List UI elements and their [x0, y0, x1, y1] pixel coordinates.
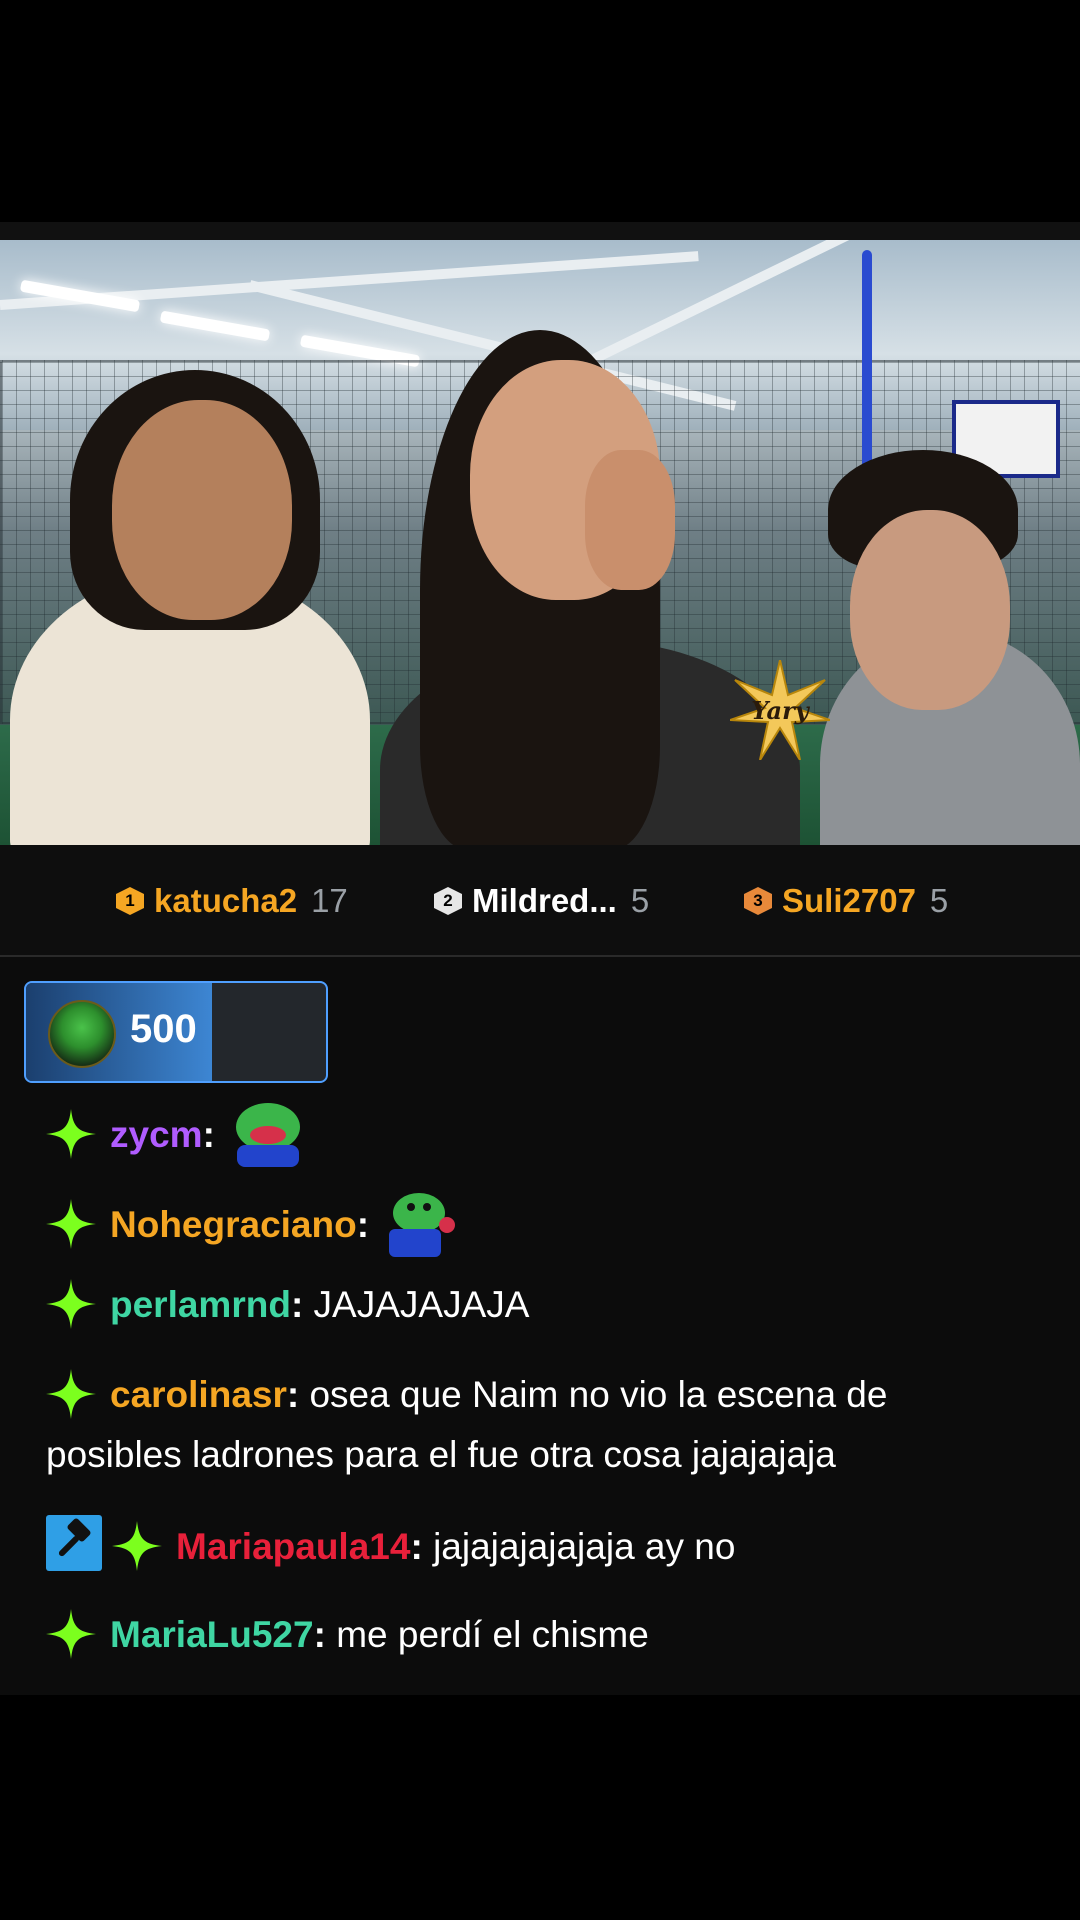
- rank-1-icon: 1: [116, 887, 144, 915]
- chat-panel[interactable]: 500 zycm: Nohegraciano: perlamrnd: JAJAJ…: [0, 957, 1080, 1695]
- chat-text: jajajajajajaja ay no: [433, 1526, 736, 1567]
- chat-colon: :: [410, 1526, 434, 1567]
- gifter-leaderboard: 1 katucha2 17 2 Mildred... 5 3 Suli2707 …: [0, 845, 1080, 957]
- face: [112, 400, 292, 620]
- bottom-black-bar: [0, 1695, 1080, 1920]
- pepe-rose-emote: [383, 1187, 461, 1257]
- chat-text-line2: posibles ladrones para el fue otra cosa …: [46, 1434, 836, 1475]
- chat-text: JAJAJAJAJA: [313, 1284, 530, 1325]
- chat-username[interactable]: Mariapaula14: [176, 1526, 410, 1567]
- chat-colon: :: [356, 1204, 370, 1245]
- chat-username[interactable]: MariaLu527: [110, 1614, 314, 1655]
- sparkle-icon: [112, 1521, 162, 1571]
- leaderboard-count: 5: [630, 882, 650, 919]
- chat-username[interactable]: zycm: [110, 1114, 203, 1155]
- chat-username[interactable]: Nohegraciano: [110, 1204, 357, 1245]
- moderator-gavel-icon: [46, 1515, 102, 1571]
- watermark-text: Yary: [751, 695, 809, 725]
- sparkle-icon: [46, 1199, 96, 1249]
- chat-colon: :: [290, 1284, 314, 1325]
- chat-message[interactable]: carolinasr: osea que Naim no vio la esce…: [46, 1365, 1046, 1485]
- sparkle-icon: [46, 1609, 96, 1659]
- chat-text: osea que Naim no vio la escena de: [309, 1374, 888, 1415]
- chat-message[interactable]: perlamrnd: JAJAJAJAJA: [46, 1275, 1046, 1335]
- chat-username[interactable]: carolinasr: [110, 1374, 287, 1415]
- top-black-bar: [0, 0, 1080, 222]
- chat-colon: :: [202, 1114, 215, 1155]
- leaderboard-name: Mildred...: [472, 882, 617, 919]
- top-divider: [0, 222, 1080, 240]
- leaderboard-item-2[interactable]: 2 Mildred... 5: [434, 881, 649, 921]
- sparkle-icon: [46, 1279, 96, 1329]
- leaderboard-name: Suli2707: [782, 882, 916, 919]
- leaderboard-item-3[interactable]: 3 Suli2707 5: [744, 881, 948, 921]
- streamer-watermark: Yary: [730, 660, 830, 760]
- chat-message[interactable]: zycm:: [46, 1097, 1046, 1167]
- leaderboard-item-1[interactable]: 1 katucha2 17: [116, 881, 348, 921]
- sparkle-icon: [46, 1369, 96, 1419]
- chat-text: me perdí el chisme: [336, 1614, 649, 1655]
- leaderboard-count: 17: [311, 882, 348, 919]
- rank-3-icon: 3: [744, 887, 772, 915]
- gifter-avatar: [48, 1000, 116, 1068]
- hand: [585, 450, 675, 590]
- chat-colon: :: [286, 1374, 310, 1415]
- chat-message[interactable]: Nohegraciano:: [46, 1187, 1046, 1257]
- chat-message[interactable]: Mariapaula14: jajajajajajaja ay no: [46, 1515, 1046, 1577]
- gift-goal-badge[interactable]: 500: [24, 981, 328, 1083]
- gift-amount: 500: [130, 1007, 197, 1051]
- leaderboard-name: katucha2: [154, 882, 298, 919]
- leaderboard-count: 5: [929, 882, 949, 919]
- chat-username[interactable]: perlamrnd: [110, 1284, 291, 1325]
- pepe-laugh-emote: [229, 1097, 307, 1167]
- sparkle-icon: [46, 1109, 96, 1159]
- stream-video[interactable]: Yary: [0, 240, 1080, 845]
- chat-colon: :: [313, 1614, 337, 1655]
- chat-message[interactable]: MariaLu527: me perdí el chisme: [46, 1605, 1046, 1665]
- rank-2-icon: 2: [434, 887, 462, 915]
- face: [850, 510, 1010, 710]
